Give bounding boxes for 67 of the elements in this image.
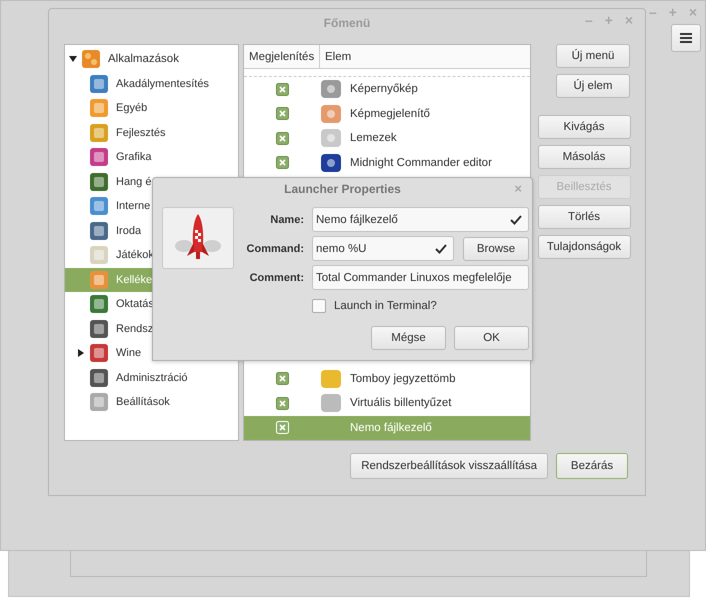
list-row[interactable]: Képmegjelenítő <box>244 102 530 126</box>
category-icon <box>89 368 109 388</box>
tree-item[interactable]: Beállítások <box>65 390 238 414</box>
checkbox[interactable] <box>276 82 288 96</box>
dialog-button[interactable]: OK <box>454 326 529 350</box>
checkbox[interactable]: Launch in Terminal? <box>312 299 437 313</box>
tree-item[interactable]: Grafika <box>65 145 238 170</box>
category-icon <box>89 392 109 412</box>
browse-button[interactable]: Browse <box>463 236 529 260</box>
tree-item[interactable]: Egyéb <box>65 96 238 120</box>
category-icon <box>89 245 109 266</box>
app-icon <box>320 392 342 414</box>
footer-button[interactable]: Rendszerbeállítások visszaállítása <box>350 453 548 479</box>
checkbox[interactable] <box>276 132 288 145</box>
app-icon <box>320 152 342 174</box>
category-icon <box>89 270 109 290</box>
category-icon <box>89 196 109 216</box>
column-header[interactable]: Megjelenítés <box>244 45 320 68</box>
list-row[interactable]: Képernyőkép <box>244 77 530 102</box>
column-header[interactable]: Elem <box>320 45 352 68</box>
list-row[interactable]: Lemezek <box>244 126 530 150</box>
category-icon <box>89 147 109 168</box>
action-button[interactable]: Tulajdonságok <box>538 235 630 259</box>
app-icon <box>320 102 342 125</box>
app-icon <box>320 78 342 100</box>
menu-icon <box>680 33 692 43</box>
action-button[interactable]: Kivágás <box>538 115 630 139</box>
action-button[interactable]: Másolás <box>538 145 630 169</box>
dialog-button[interactable]: Mégse <box>371 326 446 350</box>
action-button[interactable]: Új menü <box>556 44 630 68</box>
checkbox[interactable] <box>276 107 288 120</box>
tree-item[interactable]: Adminisztráció <box>65 366 238 390</box>
list-row[interactable]: Tomboy jegyzettömb <box>244 366 530 391</box>
category-icon <box>89 318 109 339</box>
checkbox[interactable] <box>276 156 288 170</box>
expander-icon <box>69 55 77 64</box>
checkbox[interactable] <box>276 396 288 410</box>
field-label: Name: <box>269 214 304 226</box>
category-icon <box>81 49 101 70</box>
app-icon <box>320 127 342 150</box>
checkbox[interactable] <box>276 372 288 386</box>
text-field[interactable]: nemo %U <box>312 236 454 261</box>
app-icon <box>320 368 342 390</box>
tree-item[interactable]: Alkalmazások <box>65 47 238 72</box>
expander-icon <box>77 349 85 358</box>
icon-button[interactable] <box>162 207 234 269</box>
category-icon <box>89 343 109 364</box>
window-title: Főmenü <box>324 16 370 30</box>
tree-item[interactable]: Akadálymentesítés <box>65 72 238 96</box>
category-icon <box>89 220 109 241</box>
list-row[interactable]: Midnight Commander editor <box>244 150 530 175</box>
text-field[interactable]: Total Commander Linuxos megfelelője <box>312 265 529 290</box>
action-button[interactable]: Új elem <box>556 74 630 98</box>
text-field[interactable]: Nemo fájlkezelő <box>312 207 529 232</box>
category-icon <box>89 172 109 192</box>
field-label: Command: <box>246 242 304 254</box>
dialog-title: Launcher Properties <box>284 182 401 196</box>
list-row[interactable]: Virtuális billentyűzet <box>244 391 530 416</box>
tree-item[interactable]: Fejlesztés <box>65 120 238 145</box>
field-label: Comment: <box>248 272 304 284</box>
category-icon <box>89 74 109 94</box>
category-icon <box>89 122 109 143</box>
footer-button[interactable]: Bezárás <box>556 453 628 479</box>
category-icon <box>89 98 109 118</box>
menu-button[interactable] <box>671 24 701 52</box>
action-button[interactable]: Törlés <box>538 205 630 229</box>
category-icon <box>89 294 109 314</box>
